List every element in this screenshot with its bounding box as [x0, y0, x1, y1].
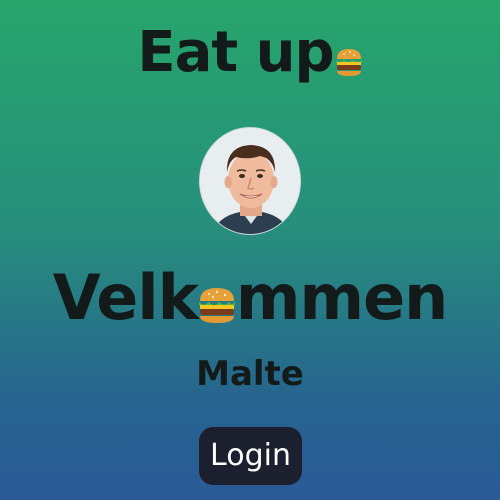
avatar	[199, 127, 301, 235]
hamburger-icon	[198, 285, 236, 325]
hamburger-icon	[335, 46, 363, 78]
welcome-text-end: mmen	[235, 261, 448, 334]
login-button[interactable]: Login	[199, 427, 302, 485]
app-title: Eat up	[0, 22, 500, 84]
welcome-heading: Velk mmen	[0, 260, 500, 336]
app-title-text: Eat up	[137, 20, 334, 85]
welcome-text-start: Velk	[52, 261, 199, 334]
username: Malte	[196, 354, 304, 394]
